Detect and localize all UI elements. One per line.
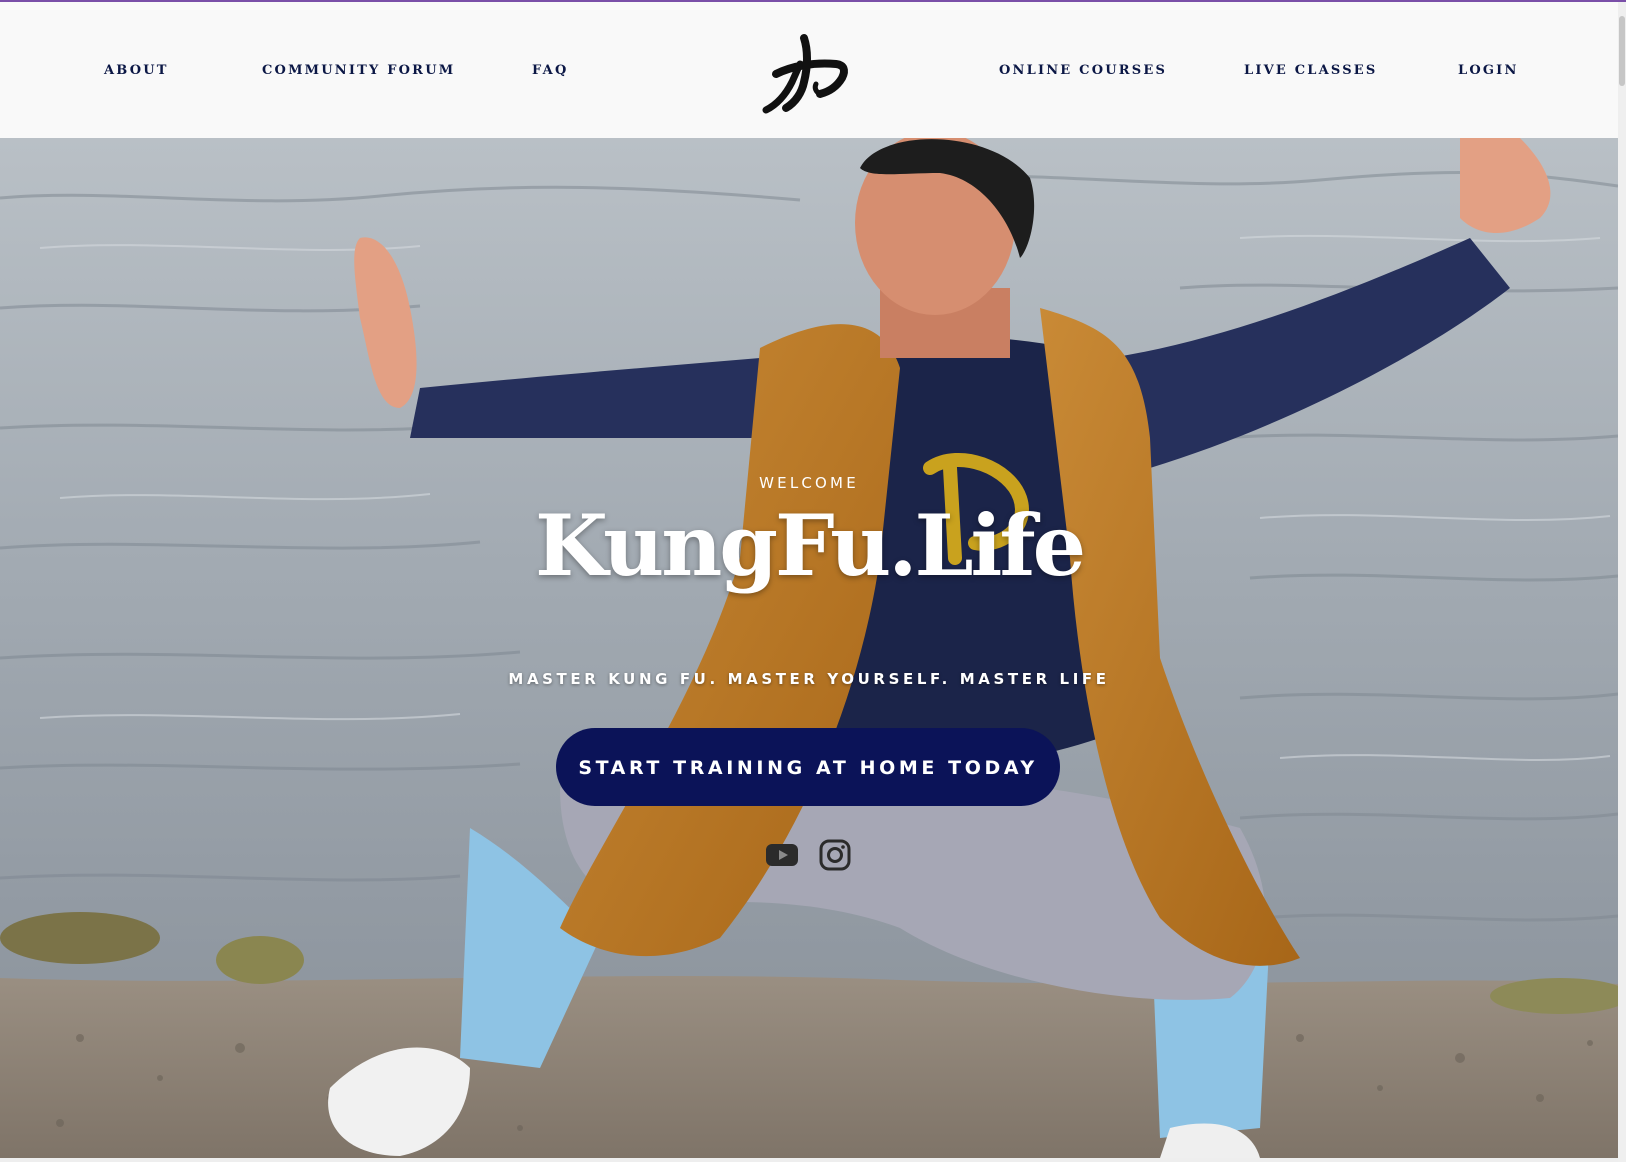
welcome-eyebrow: WELCOME	[759, 474, 859, 492]
hero-tagline: MASTER KUNG FU. MASTER YOURSELF. MASTER …	[508, 670, 1110, 688]
site-header: ABOUT COMMUNITY FORUM FAQ ONLINE COURSES…	[0, 2, 1618, 138]
nav-online-courses[interactable]: ONLINE COURSES	[999, 60, 1167, 82]
brand-title: KungFu.Life	[534, 496, 1086, 595]
hero-section: WELCOME KungFu.Life MASTER KUNG FU. MAST…	[0, 138, 1618, 1158]
nav-login[interactable]: LOGIN	[1458, 60, 1519, 82]
hero-background-photo	[0, 138, 1618, 1158]
site-logo[interactable]	[762, 30, 854, 114]
nav-community-forum[interactable]: COMMUNITY FORUM	[262, 60, 455, 82]
nav-faq[interactable]: FAQ	[532, 60, 568, 82]
page-bottom-edge	[0, 1158, 1618, 1162]
nav-live-classes[interactable]: LIVE CLASSES	[1244, 60, 1378, 82]
start-training-button[interactable]: START TRAINING AT HOME TODAY	[556, 728, 1060, 806]
instagram-icon[interactable]	[818, 838, 852, 872]
scrollbar[interactable]	[1618, 2, 1626, 1162]
scrollbar-thumb[interactable]	[1619, 16, 1625, 86]
nav-about[interactable]: ABOUT	[104, 60, 169, 82]
youtube-icon[interactable]	[765, 838, 799, 872]
